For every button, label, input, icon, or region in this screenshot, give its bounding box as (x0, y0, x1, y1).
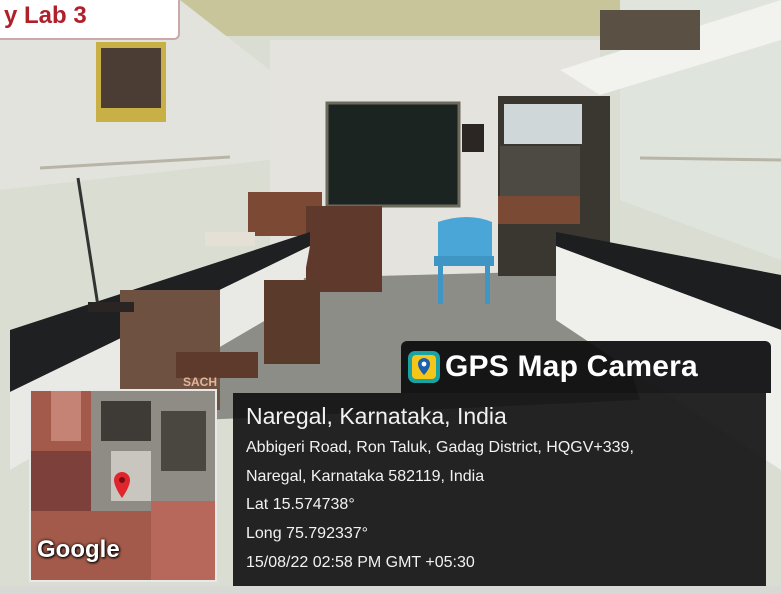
address-line-1: Abbigeri Road, Ron Taluk, Gadag District… (246, 439, 634, 456)
longitude: Long 75.792337° (246, 525, 369, 542)
lab-title-text: y Lab 3 (4, 2, 87, 29)
blackboard (325, 101, 461, 208)
address-line-2: Naregal, Karnataka 582119, India (246, 468, 485, 485)
bottom-border (0, 586, 781, 594)
google-map-brand: Google (37, 536, 120, 563)
doorway-cabinet (498, 196, 580, 224)
wall-switchbox (462, 124, 484, 152)
wooden-desk (306, 206, 382, 292)
timestamp: 15/08/22 02:58 PM GMT +05:30 (246, 554, 475, 571)
lab-title-tag: y Lab 3 (0, 0, 180, 40)
blue-chair-leg-left (438, 266, 443, 304)
tray (205, 232, 255, 246)
doorway-shelf (500, 146, 580, 196)
latitude: Lat 15.574738° (246, 496, 355, 513)
blue-chair-seat (434, 256, 494, 266)
blue-chair-back (438, 217, 492, 258)
doorway-window (504, 104, 582, 144)
map-pin-icon (408, 351, 440, 383)
ceiling-band (180, 0, 620, 36)
blue-chair-leg-right (485, 266, 490, 304)
shelf-items (600, 10, 700, 50)
place-name: Naregal, Karnataka, India (246, 403, 507, 429)
right-conduit (639, 156, 781, 162)
gps-app-header: GPS Map Camera (401, 341, 771, 393)
location-marker-icon (114, 472, 130, 498)
gps-app-name: GPS Map Camera (445, 350, 698, 383)
bench-sign: SACH (183, 375, 217, 389)
lab-stand-base (88, 302, 134, 312)
gps-location-card: Naregal, Karnataka, India Abbigeri Road,… (233, 393, 766, 586)
poster-photo (101, 48, 161, 108)
wooden-stool (264, 280, 320, 364)
